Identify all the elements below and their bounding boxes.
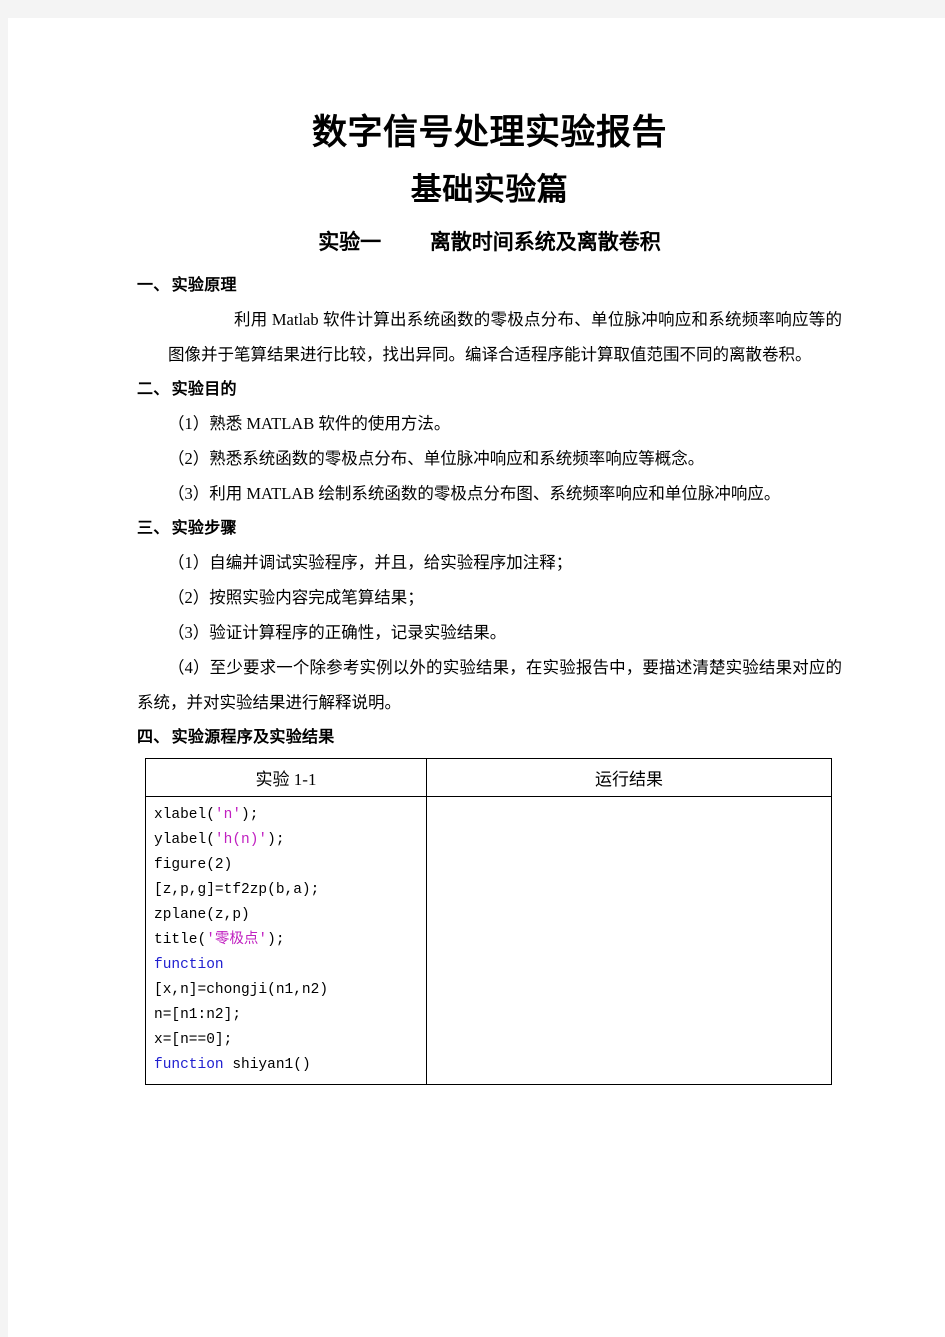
code-line: [z,p,g]=tf2zp(b,a); — [154, 878, 426, 903]
table-row: xlabel('n'); ylabel('h(n)'); figure(2) [z,p… — [145, 796, 832, 1085]
paragraph: （2）熟悉系统函数的零极点分布、单位脉冲响应和系统频率响应等概念。 — [168, 449, 705, 468]
code-token: [z,p,g]=tf2zp(b,a); — [154, 882, 320, 898]
section-heading: 四、 实验源程序及实验结果 — [137, 722, 842, 752]
paragraph: （4）至少要求一个除参考实例以外的实验结果，在实验报告中，要描述清楚实验结果对应… — [137, 658, 842, 712]
code-token: ); — [241, 807, 259, 823]
code-listing: xlabel('n'); ylabel('h(n)'); figure(2) [z,p… — [154, 803, 426, 1078]
code-token: n=[n1:n2]; — [154, 1007, 242, 1023]
code-listing-cell: xlabel('n'); ylabel('h(n)'); figure(2) [z,p… — [145, 796, 427, 1085]
section-source-and-results: 四、 实验源程序及实验结果 — [137, 722, 842, 752]
code-token: [x,n]=chongji(n1,n2) — [154, 982, 329, 998]
code-line: figure(2) — [154, 853, 426, 878]
experiment-results-table: 实验 1-1 运行结果 xlabel('n'); ylabel('h(n)'); f… — [145, 758, 832, 1085]
section-number: 三、 — [137, 518, 170, 537]
section-experiment-steps: 三、 实验步骤 （1）自编并调试实验程序，并且，给实验程序加注释； （2）按照实验… — [137, 513, 842, 720]
paragraph: （2）按照实验内容完成笔算结果； — [168, 588, 424, 607]
table-header-row: 实验 1-1 运行结果 — [145, 758, 832, 797]
section-title: 实验目的 — [171, 379, 237, 398]
code-line: title('零极点'); — [154, 928, 426, 953]
paragraph: （1）自编并调试实验程序，并且，给实验程序加注释； — [168, 553, 573, 572]
code-token: '零极点' — [206, 932, 268, 948]
code-line: zplane(z,p) — [154, 903, 426, 928]
section-number: 二、 — [137, 379, 170, 398]
code-token: x=[n==0]; — [154, 1032, 233, 1048]
code-line: function shiyan1() — [154, 1053, 426, 1078]
code-token: ); — [267, 832, 285, 848]
section-heading: 二、 实验目的 — [137, 374, 842, 404]
code-token: function — [154, 1057, 224, 1073]
experiment-heading: 实验一 离散时间系统及离散卷积 — [137, 226, 842, 258]
code-line: xlabel('n'); — [154, 803, 426, 828]
code-line: ylabel('h(n)'); — [154, 828, 426, 853]
code-token: ); — [267, 932, 285, 948]
table-header-result-column: 运行结果 — [426, 758, 832, 797]
code-line: function — [154, 953, 426, 978]
section-title: 实验步骤 — [171, 518, 237, 537]
section-title: 实验原理 — [171, 275, 237, 294]
code-token: ylabel( — [154, 832, 215, 848]
document-subtitle: 基础实验篇 — [410, 172, 569, 208]
code-line: x=[n==0]; — [154, 1028, 426, 1053]
section-title: 实验源程序及实验结果 — [171, 727, 335, 746]
paragraph: （1）熟悉 MATLAB 软件的使用方法。 — [168, 414, 451, 433]
code-token: 'n' — [214, 807, 242, 823]
section-experiment-purpose: 二、 实验目的 （1）熟悉 MATLAB 软件的使用方法。 （2）熟悉系统函数的零… — [137, 374, 842, 511]
code-line: [x,n]=chongji(n1,n2) — [154, 978, 426, 1003]
section-heading: 一、 实验原理 — [137, 270, 842, 300]
result-output-cell — [426, 796, 832, 1085]
code-token: 'h(n)' — [214, 832, 268, 848]
paragraph: （3）验证计算程序的正确性，记录实验结果。 — [168, 623, 507, 642]
code-token: title( — [154, 932, 207, 948]
document-page: 数字信号处理实验报告 基础实验篇 实验一 离散时间系统及离散卷积 一、 实验原理 … — [8, 18, 945, 1337]
table-header-code-column: 实验 1-1 — [145, 758, 427, 797]
code-token: figure(2) — [154, 857, 233, 873]
section-experiment-principle: 一、 实验原理 利用 Matlab 软件计算出系统函数的零极点分布、单位脉冲响应和… — [137, 270, 842, 372]
code-token: function — [154, 957, 224, 973]
section-number: 一、 — [137, 275, 170, 294]
code-token: xlabel( — [154, 807, 215, 823]
section-heading: 三、 实验步骤 — [137, 513, 842, 543]
paragraph: （3）利用 MATLAB 绘制系统函数的零极点分布图、系统频率响应和单位脉冲响应… — [168, 484, 781, 503]
code-token: shiyan1() — [223, 1057, 311, 1073]
code-token: zplane(z,p) — [154, 907, 250, 923]
document-content: 数字信号处理实验报告 基础实验篇 实验一 离散时间系统及离散卷积 一、 实验原理 … — [137, 110, 842, 1085]
paragraph: 利用 Matlab 软件计算出系统函数的零极点分布、单位脉冲响应和系统频率响应等… — [168, 310, 842, 364]
section-number: 四、 — [137, 727, 170, 746]
code-line: n=[n1:n2]; — [154, 1003, 426, 1028]
document-title: 数字信号处理实验报告 — [311, 113, 667, 152]
experiment-label: 实验一 — [318, 229, 382, 254]
experiment-name: 离散时间系统及离散卷积 — [429, 229, 661, 254]
